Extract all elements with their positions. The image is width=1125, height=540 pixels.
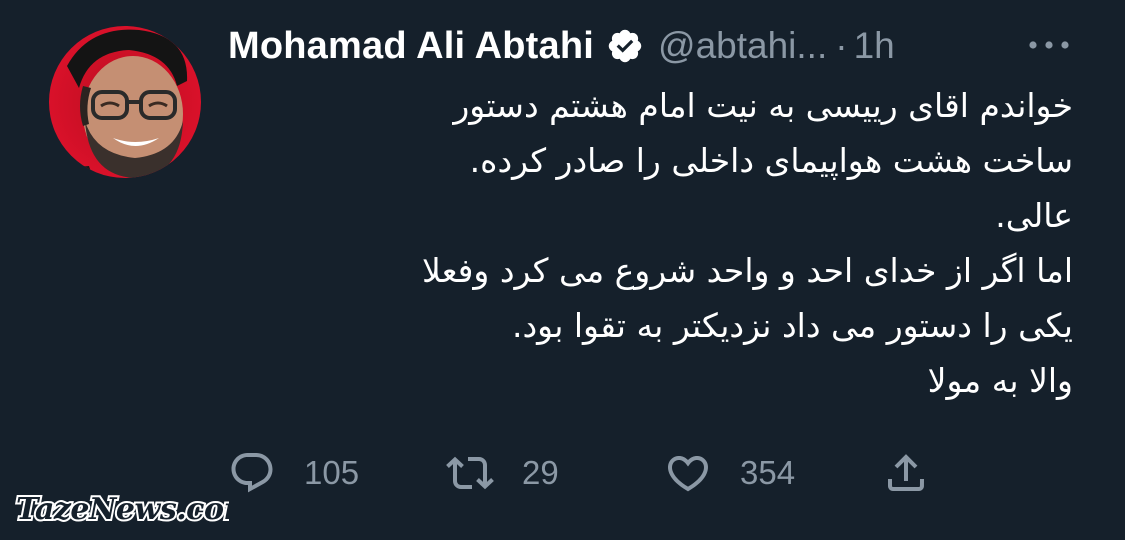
- more-options-icon[interactable]: [1024, 30, 1074, 60]
- retweet-button[interactable]: 29: [446, 448, 559, 498]
- tweet-header: Mohamad Ali Abtahi @abtahi... · 1h: [228, 20, 895, 72]
- author-display-name[interactable]: Mohamad Ali Abtahi: [228, 25, 594, 68]
- tweet-text-line: عالی.: [995, 196, 1073, 235]
- reply-icon: [231, 453, 273, 493]
- tweet-text-line: یکی را دستور می داد نزدیکتر به تقوا بود.: [511, 306, 1073, 345]
- header-separator: ·: [835, 25, 848, 66]
- avatar[interactable]: [49, 26, 201, 178]
- tweet-text-line: والا به مولا: [927, 361, 1073, 400]
- avatar-photo: [49, 26, 201, 178]
- tweet-text: خواندم اقای رییسی به نیت امام هشتم دستور…: [253, 78, 1073, 408]
- tweet-timestamp[interactable]: 1h: [854, 25, 895, 67]
- share-button[interactable]: [882, 448, 930, 498]
- share-icon: [888, 454, 924, 491]
- watermark-logo: TazeNews.com: [14, 490, 229, 529]
- tweet-text-line: اما اگر از خدای احد و واحد شروع می کرد و…: [422, 251, 1073, 290]
- tweet-text-line: ساخت هشت هواپیمای داخلی را صادر کرده.: [469, 141, 1073, 180]
- like-count: 354: [740, 454, 796, 491]
- heart-icon: [667, 456, 709, 492]
- retweet-count: 29: [522, 454, 559, 491]
- retweet-icon: [446, 456, 494, 490]
- svg-text:TazeNews.com: TazeNews.com: [16, 492, 229, 527]
- tweet-text-line: خواندم اقای رییسی به نیت امام هشتم دستور: [453, 86, 1073, 125]
- author-handle[interactable]: @abtahi...: [658, 25, 827, 67]
- verified-badge-icon: [608, 29, 642, 63]
- reply-button[interactable]: 105: [228, 448, 359, 498]
- reply-count: 105: [304, 454, 360, 491]
- like-button[interactable]: 354: [664, 448, 795, 498]
